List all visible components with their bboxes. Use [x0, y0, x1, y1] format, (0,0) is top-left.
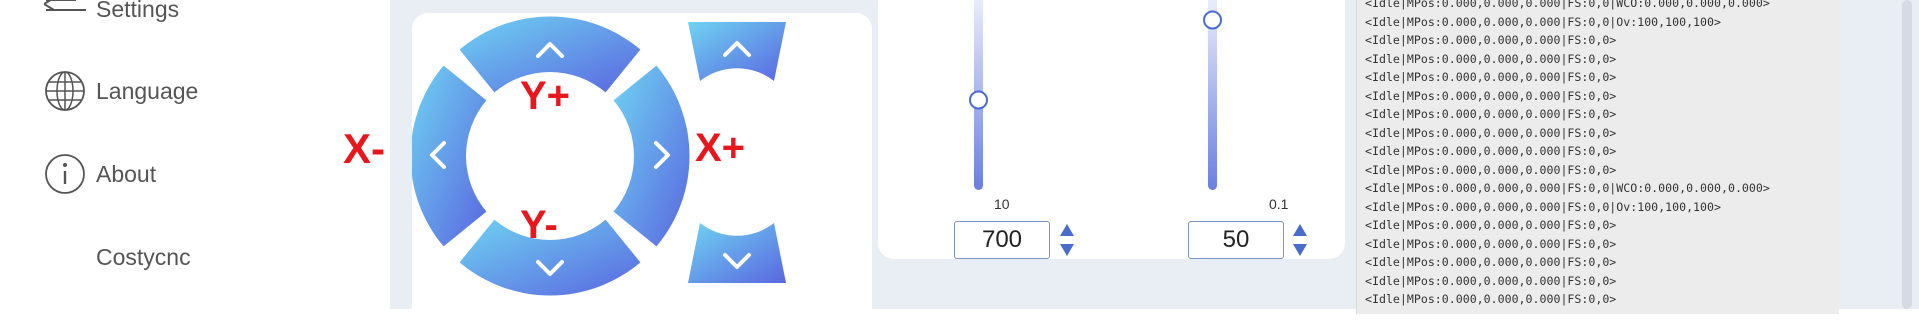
z-up-button[interactable]: [688, 22, 786, 81]
console-line: <Idle|MPos:0.000,0.000,0.000|FS:0,0>: [1365, 144, 1617, 158]
sidebar-item-costycnc[interactable]: Costycnc: [44, 236, 191, 278]
console-line: <Idle|MPos:0.000,0.000,0.000|FS:0,0>: [1365, 33, 1617, 47]
console-line: <Idle|MPos:0.000,0.000,0.000|FS:0,0>: [1365, 292, 1617, 306]
feed-slider-thumb[interactable]: [969, 90, 988, 110]
feed-slider-min-label: 10: [994, 196, 1010, 212]
jog-panel: Y+ Y- X+: [412, 13, 872, 323]
jog-ring: [412, 16, 786, 296]
console-line: <Idle|MPos:0.000,0.000,0.000|FS:0,0>: [1365, 273, 1617, 288]
console-line: <Idle|MPos:0.000,0.000,0.000|FS:0,0>: [1365, 88, 1617, 103]
console-line: <Idle|MPos:0.000,0.000,0.000|FS:0,0>: [1365, 107, 1617, 121]
x-plus-button[interactable]: [613, 65, 690, 247]
console-line: <Idle|MPos:0.000,0.000,0.000|FS:0,0>: [1365, 125, 1617, 140]
sidebar-item-about[interactable]: About: [44, 153, 156, 195]
sidebar-item-label: About: [96, 160, 157, 187]
console-line: <Idle|MPos:0.000,0.000,0.000|FS:0,0>: [1365, 236, 1617, 251]
x-minus-button[interactable]: [412, 65, 487, 247]
console-scrollbar[interactable]: [1856, 0, 1876, 309]
sidebar-item-label: Language: [96, 77, 199, 104]
globe-icon: [44, 70, 86, 112]
sidebar-item-label: Costycnc: [96, 243, 191, 270]
info-icon: [44, 153, 86, 195]
settings-lines-icon: [44, 0, 86, 30]
sidebar-item-language[interactable]: Language: [44, 70, 198, 112]
page-scrollbar-thumb[interactable]: [1902, 0, 1912, 309]
feed-input[interactable]: 700: [954, 221, 1050, 259]
y-plus-label: Y+: [520, 74, 571, 118]
y-minus-label: Y-: [520, 203, 558, 247]
sidebar-item-label: Settings: [96, 0, 180, 22]
step-stepper[interactable]: [1292, 222, 1308, 258]
slider-panel: 10 0.1 700 50: [878, 0, 1345, 259]
z-down-button[interactable]: [688, 223, 786, 283]
serial-console[interactable]: <Idle|MPos:0.000,0.000,0.000|FS:0,0|WCO:…: [1356, 0, 1839, 314]
sidebar-item-settings[interactable]: Settings: [44, 0, 179, 30]
feed-stepper[interactable]: [1059, 222, 1075, 258]
console-line: <Idle|MPos:0.000,0.000,0.000|FS:0,0|Ov:1…: [1365, 14, 1721, 29]
console-line: <Idle|MPos:0.000,0.000,0.000|FS:0,0>: [1365, 51, 1617, 66]
console-line: <Idle|MPos:0.000,0.000,0.000|FS:0,0|WCO:…: [1365, 0, 1770, 10]
step-input[interactable]: 50: [1188, 221, 1284, 259]
console-line: <Idle|MPos:0.000,0.000,0.000|FS:0,0|Ov:1…: [1365, 199, 1721, 214]
console-line: <Idle|MPos:0.000,0.000,0.000|FS:0,0>: [1365, 255, 1617, 269]
x-minus-label: X-: [343, 125, 385, 172]
console-line: <Idle|MPos:0.000,0.000,0.000|FS:0,0|WCO:…: [1365, 181, 1770, 195]
step-slider-min-label: 0.1: [1269, 196, 1289, 212]
x-plus-label: X+: [695, 126, 746, 170]
step-slider-thumb[interactable]: [1203, 10, 1222, 30]
console-line: <Idle|MPos:0.000,0.000,0.000|FS:0,0>: [1365, 218, 1617, 232]
console-line: <Idle|MPos:0.000,0.000,0.000|FS:0,0>: [1365, 70, 1617, 84]
console-line: <Idle|MPos:0.000,0.000,0.000|FS:0,0>: [1365, 162, 1617, 177]
sidebar: Settings Language About Costycnc: [0, 0, 390, 309]
